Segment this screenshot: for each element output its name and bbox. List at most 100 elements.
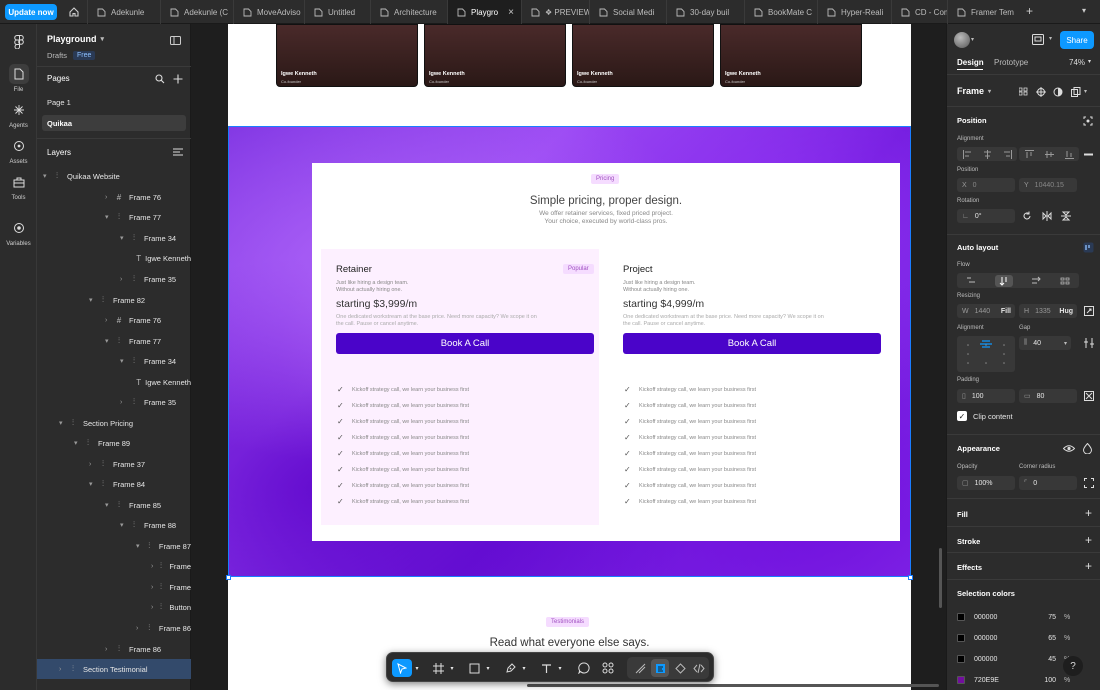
layer-row[interactable]: ▾ ⫶ Frame 89 bbox=[37, 433, 191, 453]
chevron-icon[interactable]: › bbox=[105, 317, 113, 324]
rotation-field[interactable]: ∟ 0° bbox=[957, 209, 1015, 223]
shape-tool-button[interactable] bbox=[465, 659, 483, 677]
flip-vertical-icon[interactable] bbox=[1061, 211, 1071, 221]
book-a-call-button[interactable]: Book A Call bbox=[336, 333, 594, 354]
align-center-icon[interactable] bbox=[983, 149, 992, 159]
contrast-icon[interactable] bbox=[1053, 87, 1063, 97]
layer-row[interactable]: ▾ ⫶ Frame 34 bbox=[37, 228, 191, 248]
color-hex[interactable]: 720E9E bbox=[974, 677, 1032, 684]
dev-mode-button[interactable] bbox=[690, 659, 708, 677]
color-hex[interactable]: 000000 bbox=[974, 635, 1032, 642]
distribute-icon[interactable] bbox=[1084, 150, 1093, 159]
text-tool-button[interactable] bbox=[537, 659, 555, 677]
chevron-icon[interactable]: › bbox=[89, 461, 97, 468]
padding-vertical-field[interactable]: ▭ 80 bbox=[1019, 389, 1077, 403]
tab-5[interactable]: Playgro × bbox=[447, 0, 521, 24]
components-mode-button[interactable] bbox=[671, 659, 689, 677]
rotate-icon[interactable] bbox=[1022, 211, 1032, 221]
page-item-quikaa[interactable]: Quikaa bbox=[42, 115, 186, 131]
alignment-grid[interactable] bbox=[957, 336, 1015, 372]
tab-8[interactable]: 30-day buil bbox=[666, 0, 744, 24]
tab-12[interactable]: Framer Tem bbox=[947, 0, 1017, 24]
layer-row[interactable]: ▾ ⫶ Frame 88 bbox=[37, 515, 191, 535]
tab-0[interactable]: Adekunle bbox=[87, 0, 160, 24]
layer-row[interactable]: › ⫶ Frame 86 bbox=[37, 618, 191, 638]
chevron-icon[interactable]: › bbox=[105, 646, 113, 653]
tab-4[interactable]: Architecture bbox=[370, 0, 447, 24]
layer-row[interactable]: › ⫶ Section Testimonial bbox=[37, 659, 191, 679]
move-tool-button[interactable] bbox=[392, 659, 412, 677]
comment-tool-button[interactable] bbox=[575, 659, 593, 677]
layer-row[interactable]: › ⫶ Button bbox=[37, 597, 191, 617]
chevron-icon[interactable]: ▾ bbox=[59, 419, 67, 427]
rail-assets[interactable]: Assets bbox=[0, 136, 37, 165]
vertical-scrollbar[interactable] bbox=[939, 548, 942, 608]
rail-tools[interactable]: Tools bbox=[0, 172, 37, 201]
figma-logo-icon[interactable] bbox=[0, 32, 37, 52]
layer-row[interactable]: › ⫶ Frame 35 bbox=[37, 269, 191, 289]
add-effect-icon[interactable]: + bbox=[1085, 559, 1092, 573]
chevron-icon[interactable]: ▾ bbox=[105, 337, 113, 345]
wrap-grid-icon[interactable] bbox=[1060, 276, 1070, 286]
corner-radius-field[interactable]: ⌜ 0 bbox=[1019, 476, 1077, 490]
chevron-down-icon[interactable]: ▾ bbox=[484, 659, 492, 677]
opacity-field[interactable]: ▢ 100% bbox=[957, 476, 1015, 490]
rail-agents[interactable]: Agents bbox=[0, 100, 37, 129]
page-item-1[interactable]: Page 1 bbox=[47, 98, 71, 107]
arrow-right-icon[interactable] bbox=[1031, 276, 1041, 286]
layer-list-icon[interactable] bbox=[173, 148, 183, 156]
resize-handle[interactable] bbox=[226, 575, 231, 580]
color-opacity[interactable]: 65 bbox=[1032, 635, 1056, 642]
component-target-icon[interactable] bbox=[1036, 87, 1046, 97]
book-a-call-button[interactable]: Book A Call bbox=[623, 333, 881, 354]
rail-file[interactable]: File bbox=[0, 64, 37, 93]
gap-field[interactable]: ⫼ 40 ▾ bbox=[1019, 336, 1071, 350]
copy-icon[interactable] bbox=[1071, 87, 1081, 97]
horizontal-scrollbar[interactable] bbox=[527, 684, 939, 687]
frame-tool-button[interactable] bbox=[429, 659, 447, 677]
layer-row[interactable]: › ⫶ Frame bbox=[37, 577, 191, 597]
auto-layout-icon[interactable] bbox=[1083, 242, 1094, 253]
website-frame[interactable]: Igwe Kenneth Co-founder Igwe Kenneth Co-fou… bbox=[226, 24, 913, 690]
chevron-icon[interactable]: › bbox=[136, 625, 144, 632]
align-middle-icon[interactable] bbox=[1044, 150, 1054, 159]
chevron-icon[interactable]: ▾ bbox=[105, 213, 113, 221]
flip-horizontal-icon[interactable] bbox=[1042, 211, 1052, 221]
layer-row[interactable]: T Igwe Kenneth bbox=[37, 372, 191, 392]
color-swatch[interactable] bbox=[957, 655, 965, 663]
drafts-label[interactable]: Drafts bbox=[47, 51, 67, 60]
corners-individual-icon[interactable] bbox=[1084, 478, 1094, 488]
search-icon[interactable] bbox=[155, 74, 165, 84]
design-mode-button[interactable] bbox=[651, 659, 669, 677]
x-field[interactable]: X0 bbox=[957, 178, 1015, 192]
layer-row[interactable]: › ⫶ Frame 86 bbox=[37, 639, 191, 659]
chevron-icon[interactable]: ▾ bbox=[105, 501, 113, 509]
tab-7[interactable]: Social Medi bbox=[589, 0, 666, 24]
close-icon[interactable]: × bbox=[508, 7, 514, 18]
resize-handle[interactable] bbox=[908, 575, 913, 580]
padding-horizontal-field[interactable]: ▯ 100 bbox=[957, 389, 1015, 403]
grid-icon[interactable] bbox=[1019, 87, 1028, 96]
add-page-icon[interactable] bbox=[173, 74, 183, 84]
frame-type-selector[interactable]: Frame ▾ bbox=[957, 86, 991, 96]
present-icon[interactable] bbox=[1032, 34, 1044, 45]
selection-color-row[interactable]: 000000 65% bbox=[957, 631, 1091, 645]
width-field[interactable]: W 1440 Fill bbox=[957, 304, 1015, 318]
tab-11[interactable]: CD - Compa bbox=[891, 0, 947, 24]
chevron-icon[interactable]: ▾ bbox=[120, 521, 128, 529]
home-icon[interactable] bbox=[68, 6, 80, 18]
layer-row[interactable]: › ⫶ Frame bbox=[37, 556, 191, 576]
layer-row[interactable]: T Igwe Kenneth bbox=[37, 248, 191, 268]
resize-constraints-icon[interactable] bbox=[1084, 306, 1094, 316]
zoom-level[interactable]: 74% ▾ bbox=[1069, 58, 1091, 67]
tab-1[interactable]: Adekunle (C bbox=[160, 0, 233, 24]
selection-color-row[interactable]: 000000 75% bbox=[957, 610, 1091, 624]
chevron-down-icon[interactable]: ▾ bbox=[448, 659, 456, 677]
clip-content-toggle[interactable]: ✓ Clip content bbox=[957, 411, 1013, 421]
padding-individual-icon[interactable] bbox=[1084, 391, 1094, 401]
draw-mode-button[interactable] bbox=[631, 659, 649, 677]
chevron-down-icon[interactable]: ▾ bbox=[971, 36, 974, 43]
chevron-down-icon[interactable]: ▾ bbox=[1082, 6, 1086, 15]
flow-free-icon[interactable] bbox=[966, 276, 976, 286]
rail-variables[interactable]: Variables bbox=[0, 218, 37, 247]
